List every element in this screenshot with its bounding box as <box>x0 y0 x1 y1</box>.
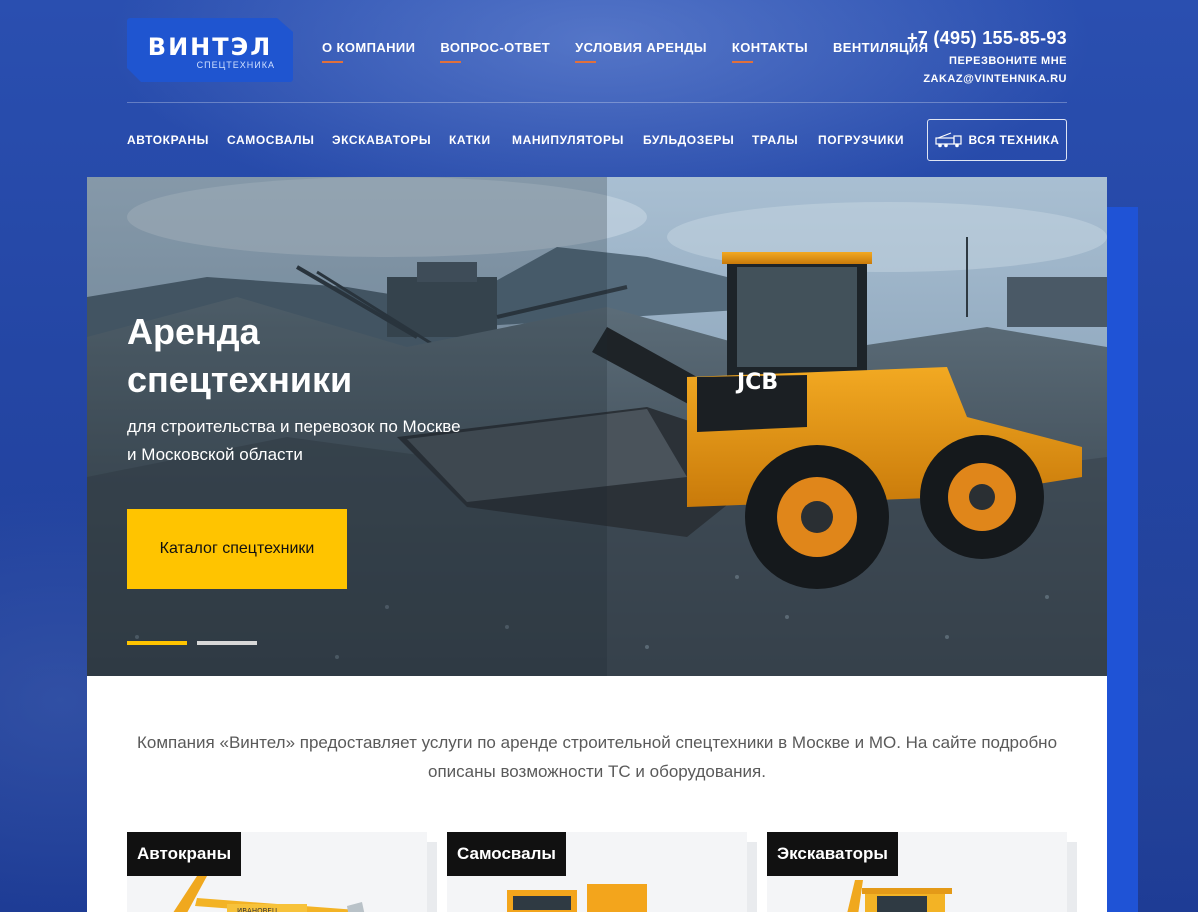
main-nav: О КОМПАНИИ ВОПРОС-ОТВЕТ УСЛОВИЯ АРЕНДЫ К… <box>322 40 928 63</box>
all-equipment-label: ВСЯ ТЕХНИКА <box>968 133 1060 147</box>
excavator-image <box>847 880 952 912</box>
nav-link-faq[interactable]: ВОПРОС-ОТВЕТ <box>440 40 551 63</box>
decorative-side-bar <box>1107 207 1138 912</box>
nav-link-label: О КОМПАНИИ <box>322 40 416 55</box>
category-link-bulldozers[interactable]: БУЛЬДОЗЕРЫ <box>643 133 734 147</box>
hero-title: Аренда спецтехники <box>127 308 547 404</box>
hero-subtitle: для строительства и перевозок по Москве … <box>127 413 497 469</box>
nav-link-about[interactable]: О КОМПАНИИ <box>322 40 416 63</box>
nav-underline <box>440 61 462 63</box>
category-link-loaders[interactable]: ПОГРУЗЧИКИ <box>818 133 904 147</box>
card-shadow <box>427 842 437 912</box>
jcb-logo: JCB <box>735 370 778 395</box>
all-equipment-button[interactable]: ВСЯ ТЕХНИКА <box>927 119 1067 161</box>
card-shadow <box>747 842 757 912</box>
nav-link-rental-terms[interactable]: УСЛОВИЯ АРЕНДЫ <box>575 40 707 63</box>
logo-title: ВИНТЭЛ <box>147 33 273 61</box>
category-link-trawls[interactable]: ТРАЛЫ <box>752 133 798 147</box>
nav-underline <box>575 61 597 63</box>
nav-link-label: УСЛОВИЯ АРЕНДЫ <box>575 40 707 55</box>
catalog-button[interactable]: Каталог спецтехники <box>127 509 347 589</box>
svg-text:ИВАНОВЕЦ: ИВАНОВЕЦ <box>237 907 278 912</box>
category-link-rollers[interactable]: КАТКИ <box>449 133 491 147</box>
hero-slider: JCB Аренда спецтехники для строительства… <box>87 177 1107 676</box>
intro-text: Компания «Винтел» предоставляет услуги п… <box>136 733 1058 781</box>
main-content: Компания «Винтел» предоставляет услуги п… <box>87 676 1107 912</box>
autocrane-image: ИВАНОВЕЦ <box>173 876 365 912</box>
category-card-dump-trucks[interactable]: Самосвалы <box>447 832 747 912</box>
slider-dot-active[interactable] <box>127 641 187 645</box>
email-link[interactable]: ZAKAZ@VINTEHNIKA.RU <box>907 73 1067 85</box>
category-nav: АВТОКРАНЫ САМОСВАЛЫ ЭКСКАВАТОРЫ КАТКИ МА… <box>127 119 1067 161</box>
slider-dot[interactable] <box>197 641 257 645</box>
category-link-dump-trucks[interactable]: САМОСВАЛЫ <box>227 133 314 147</box>
header-contacts: +7 (495) 155-85-93 ПЕРЕЗВОНИТЕ МНЕ ZAKAZ… <box>907 28 1067 85</box>
nav-underline <box>322 61 343 63</box>
card-label: Экскаваторы <box>767 832 898 876</box>
hero-subtitle-line: для строительства и перевозок по Москве <box>127 417 461 436</box>
phone-link[interactable]: +7 (495) 155-85-93 <box>907 28 1067 49</box>
card-label: Самосвалы <box>447 832 566 876</box>
dump-truck-image <box>507 884 647 912</box>
nav-link-label: КОНТАКТЫ <box>731 40 808 55</box>
nav-link-contacts[interactable]: КОНТАКТЫ <box>731 40 808 63</box>
site-logo[interactable]: ВИНТЭЛ СПЕЦТЕХНИКА <box>127 18 293 82</box>
header-divider <box>127 102 1067 103</box>
hero-subtitle-line: и Московской области <box>127 445 303 464</box>
category-card-autocranes[interactable]: ИВАНОВЕЦ Автокраны <box>127 832 427 912</box>
site-header: ВИНТЭЛ СПЕЦТЕХНИКА О КОМПАНИИ ВОПРОС-ОТВ… <box>127 18 1067 103</box>
truck-crane-icon <box>934 132 962 148</box>
hero-title-line: Аренда <box>127 311 260 352</box>
category-link-autocranes[interactable]: АВТОКРАНЫ <box>127 133 209 147</box>
logo-subtitle: СПЕЦТЕХНИКА <box>196 60 275 70</box>
nav-underline <box>731 61 753 63</box>
category-link-manipulators[interactable]: МАНИПУЛЯТОРЫ <box>512 133 624 147</box>
hero-title-line: спецтехники <box>127 359 353 400</box>
category-card-excavators[interactable]: Экскаваторы <box>767 832 1067 912</box>
callback-link[interactable]: ПЕРЕЗВОНИТЕ МНЕ <box>907 55 1067 67</box>
card-label: Автокраны <box>127 832 242 876</box>
nav-link-label: ВОПРОС-ОТВЕТ <box>440 40 551 55</box>
category-link-excavators[interactable]: ЭКСКАВАТОРЫ <box>332 133 431 147</box>
card-shadow <box>1067 842 1077 912</box>
